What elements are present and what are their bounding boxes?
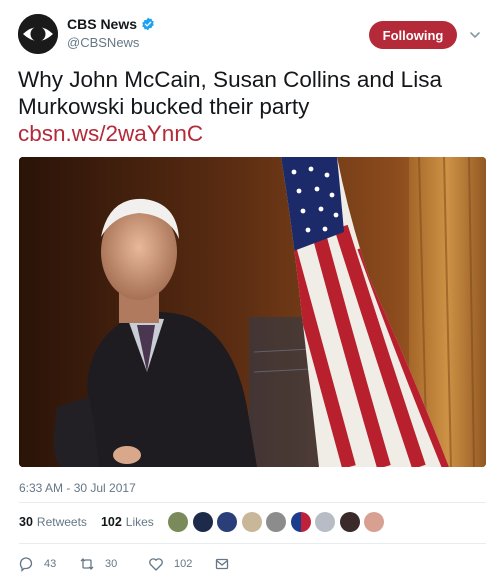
cbs-news-avatar[interactable] [18,14,58,54]
like-count: 102 [174,558,193,570]
likes-count: 102 [100,515,122,529]
retweets-count: 30 [19,515,33,529]
account-name[interactable]: CBS News [67,16,137,32]
tweet-link[interactable]: cbsn.ws/2waYnnC [18,121,203,146]
liker-avatar[interactable] [217,512,237,532]
liker-avatar[interactable] [241,512,262,532]
cbs-eye-logo-icon [18,14,58,54]
tweet-actions: 43 30 102 [18,556,240,572]
account-name-row: CBS News [67,16,155,32]
divider [19,543,486,544]
likes-label: Likes [125,515,154,529]
likes-stat[interactable]: 102 Likes [101,515,154,529]
liker-avatar[interactable] [339,512,360,532]
reply-icon [19,557,33,572]
liker-avatar[interactable] [315,512,335,532]
liker-avatar[interactable] [290,512,311,532]
liker-avatar[interactable] [266,512,286,532]
tweet-text: Why John McCain, Susan Collins and Lisa … [18,66,488,147]
envelope-icon [215,558,229,570]
likers-avatars [168,512,389,532]
retweet-action[interactable]: 30 [79,556,148,572]
photo-image [19,157,486,467]
retweet-icon [80,558,94,570]
liker-avatar[interactable] [192,512,213,532]
tweet-stats: 30 Retweets 102 Likes [19,515,168,529]
divider [19,502,486,503]
liker-avatar[interactable] [364,512,384,532]
reply-action[interactable]: 43 [18,556,79,572]
heart-icon [149,558,163,571]
retweets-label: Retweets [36,515,87,529]
account-handle[interactable]: @CBSNews [67,35,139,50]
retweet-count: 30 [105,558,118,570]
liker-avatar[interactable] [168,512,188,532]
chevron-down-icon[interactable] [468,28,482,42]
retweets-stat[interactable]: 30 Retweets [19,515,87,529]
following-button[interactable]: Following [369,21,457,49]
tweet-header: CBS News @CBSNews Following [18,14,488,58]
reply-count: 43 [44,558,57,570]
direct-message-action[interactable] [214,556,240,572]
like-action[interactable]: 102 [148,556,214,572]
tweet-photo[interactable] [19,157,486,467]
tweet-body: Why John McCain, Susan Collins and Lisa … [18,67,442,119]
tweet-timestamp[interactable]: 6:33 AM - 30 Jul 2017 [19,481,136,495]
verified-badge-icon [142,17,154,31]
